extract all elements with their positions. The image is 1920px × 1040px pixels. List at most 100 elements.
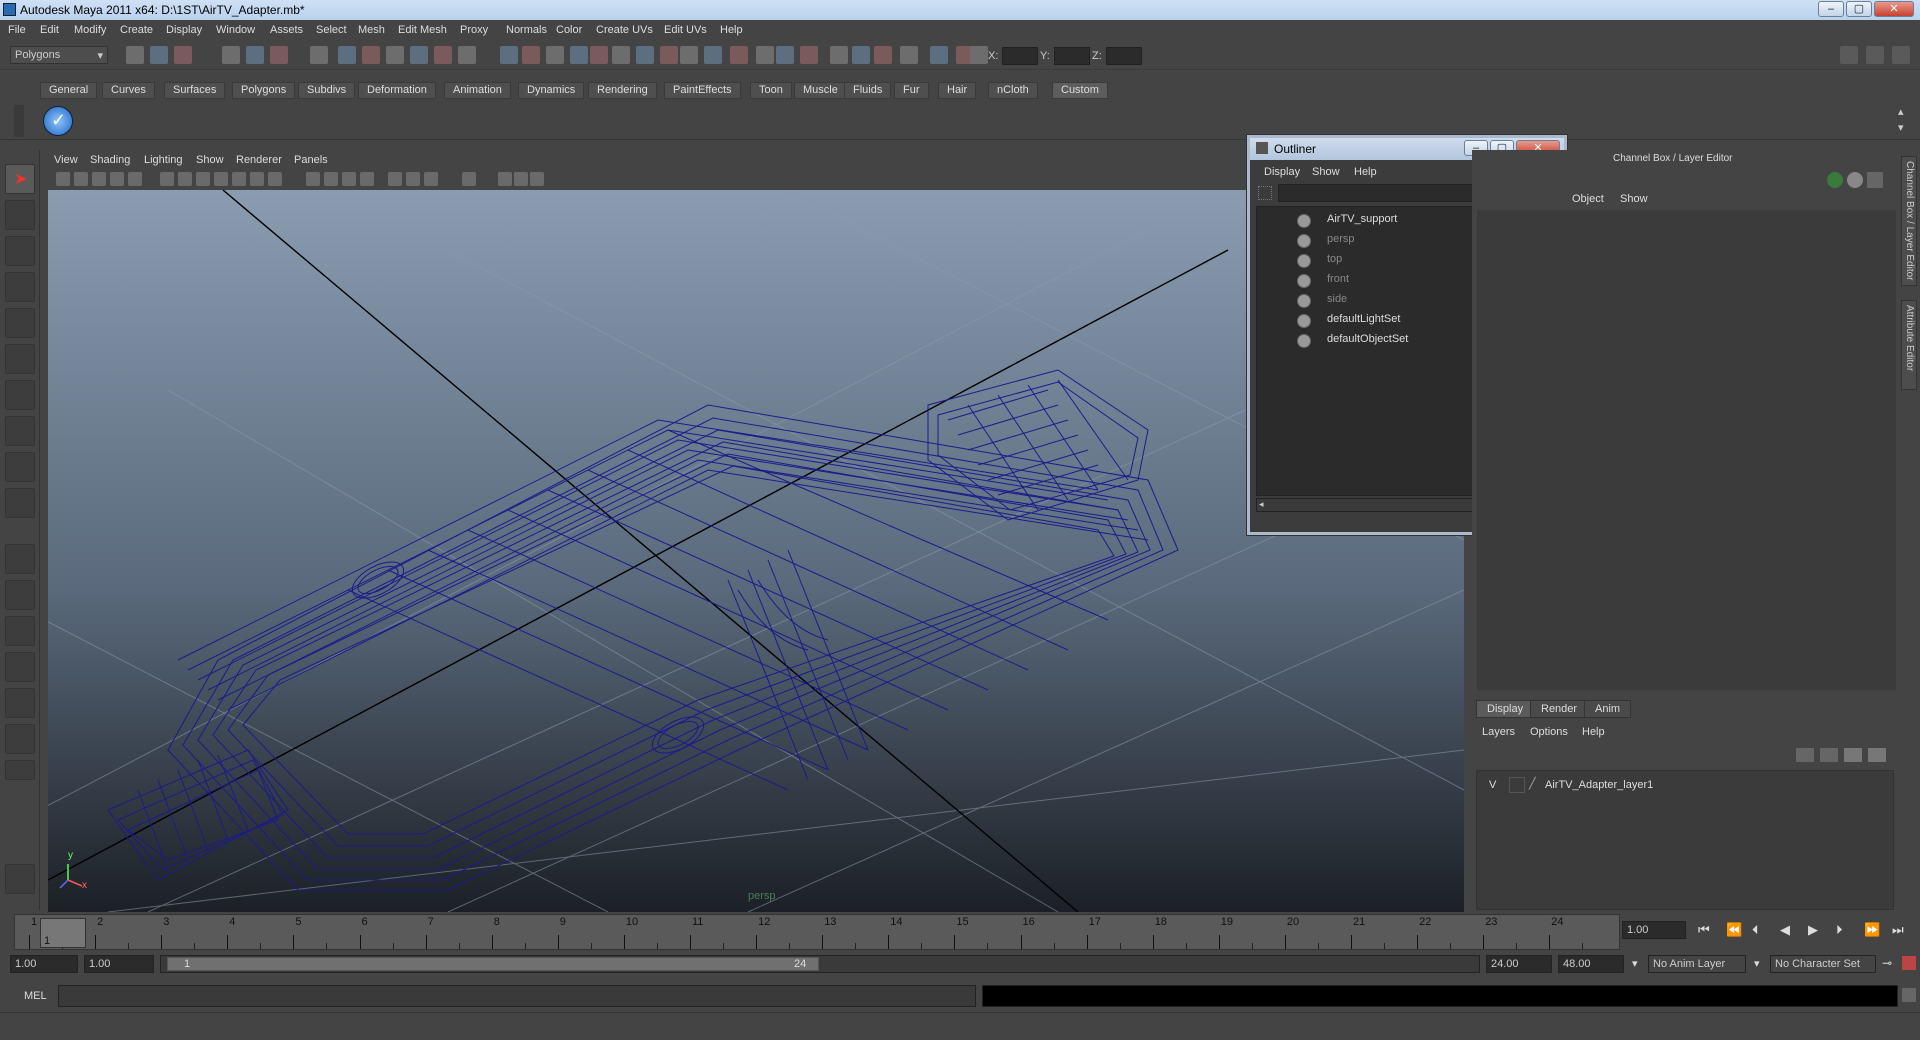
z-field[interactable] [1106, 47, 1142, 65]
tool-settings-icon[interactable] [1892, 46, 1910, 64]
input-field-icon-17[interactable] [590, 46, 608, 64]
step-back-frame-icon[interactable]: ⏴ [1752, 922, 1759, 938]
outliner-persp-layout-icon[interactable] [5, 616, 35, 646]
filter-icon[interactable] [1258, 186, 1272, 200]
menu-mesh[interactable]: Mesh [358, 24, 385, 36]
menu-modify[interactable]: Modify [74, 24, 106, 36]
shelf-tab-polygons[interactable]: Polygons [232, 82, 296, 99]
shelf-tab-general[interactable]: General [40, 82, 98, 99]
render-view-icon[interactable] [5, 864, 35, 894]
shelf-tab-painteffects[interactable]: PaintEffects [664, 82, 741, 99]
snap-plane-icon-28[interactable] [852, 46, 870, 64]
make-live-icon-11[interactable] [434, 46, 452, 64]
shelf-tab-animation[interactable]: Animation [444, 82, 511, 99]
side-tab-attribute-editor[interactable]: Attribute Editor [1901, 300, 1917, 390]
layer-tab-render[interactable]: Render [1530, 700, 1589, 718]
preferences-icon[interactable] [1902, 956, 1916, 970]
layout-icon[interactable] [1840, 46, 1858, 64]
bookmark-icon[interactable] [92, 172, 106, 186]
shelf-tab-deformation[interactable]: Deformation [358, 82, 436, 99]
make-live-icon-29[interactable] [874, 46, 892, 64]
lock-selection-icon-6[interactable] [310, 46, 328, 64]
menu-create-uvs[interactable]: Create UVs [596, 24, 653, 36]
all-lights-icon[interactable] [406, 172, 420, 186]
open-scene-icon-19[interactable] [636, 46, 654, 64]
playback-end-field[interactable]: 24.00 [1486, 955, 1552, 973]
viewport-menu-panels[interactable]: Panels [294, 154, 328, 166]
isolate-select-icon[interactable] [462, 172, 476, 186]
four-view-layout-icon[interactable] [5, 580, 35, 610]
shelf-tab-fur[interactable]: Fur [894, 82, 929, 99]
select-component-icon-5[interactable] [270, 46, 288, 64]
image-plane-icon[interactable] [110, 172, 124, 186]
select-component-icon-23[interactable] [730, 46, 748, 64]
backface-icon[interactable] [530, 172, 544, 186]
film-gate-icon[interactable] [178, 172, 192, 186]
menu-display[interactable]: Display [166, 24, 202, 36]
hypershade-layout-icon[interactable] [5, 688, 35, 718]
snap-point-icon-27[interactable] [830, 46, 848, 64]
viewport-menu-renderer[interactable]: Renderer [236, 154, 282, 166]
wireframe-icon[interactable] [306, 172, 320, 186]
key-icon[interactable]: ⊸ [1882, 956, 1892, 970]
outliner-item[interactable]: defaultLightSet [1297, 313, 1400, 331]
render-frame-icon-13[interactable] [500, 46, 518, 64]
select-tool-icon[interactable]: ➤ [5, 164, 35, 194]
cmdline-language-label[interactable]: MEL [24, 990, 47, 1002]
pencil-icon[interactable] [1867, 172, 1883, 188]
render-settings-icon-33[interactable] [970, 46, 988, 64]
save-scene-icon-20[interactable] [660, 46, 678, 64]
layer-up-icon[interactable] [1844, 748, 1862, 762]
lock-selection-icon-24[interactable] [756, 46, 774, 64]
shelf-tab-rendering[interactable]: Rendering [588, 82, 657, 99]
new-scene-icon-18[interactable] [612, 46, 630, 64]
layer-visibility-toggle[interactable]: V [1489, 779, 1496, 791]
safe-title-icon[interactable] [268, 172, 282, 186]
select-hierarchy-icon-21[interactable] [680, 46, 698, 64]
menu-file[interactable]: File [8, 24, 26, 36]
gate-mask-icon[interactable] [214, 172, 228, 186]
keyframe-icon[interactable] [1827, 172, 1843, 188]
shelf-scroll-up-icon[interactable]: ▴ [1898, 105, 1912, 119]
safe-action-icon[interactable] [250, 172, 264, 186]
end-time-field[interactable]: 48.00 [1558, 955, 1624, 973]
go-to-start-icon[interactable]: ⏮ [1698, 922, 1710, 938]
outliner-menu-display[interactable]: Display [1264, 166, 1300, 178]
shelf-tab-hair[interactable]: Hair [938, 82, 977, 99]
outliner-menu-show[interactable]: Show [1312, 166, 1340, 178]
textured-icon[interactable] [360, 172, 374, 186]
rotate-tool-icon[interactable] [5, 308, 35, 338]
step-forward-frame-icon[interactable]: ⏵ [1836, 922, 1843, 938]
outliner-item[interactable]: side [1297, 293, 1347, 311]
chevron-down-icon[interactable]: ▾ [1754, 957, 1760, 970]
show-manipulator-icon[interactable] [5, 452, 35, 482]
layout-options-icon[interactable] [5, 760, 35, 780]
step-forward-key-icon[interactable]: ⏩ [1864, 922, 1880, 938]
side-tab-channel-box[interactable]: Channel Box / Layer Editor [1901, 156, 1917, 286]
menu-proxy[interactable]: Proxy [460, 24, 488, 36]
select-object-icon-22[interactable] [704, 46, 722, 64]
shelf-tab-fluids[interactable]: Fluids [844, 82, 892, 99]
uv-editor-layout-icon[interactable] [5, 724, 35, 754]
current-frame-indicator[interactable]: 1 [40, 918, 86, 948]
shelf-tab-dynamics[interactable]: Dynamics [518, 82, 585, 99]
menu-help[interactable]: Help [720, 24, 743, 36]
shelf-tab-custom[interactable]: Custom [1052, 82, 1108, 99]
chevron-down-icon[interactable]: ▾ [1632, 957, 1638, 970]
scroll-left-icon[interactable]: ◂ [1259, 499, 1264, 510]
paint-select-tool-icon[interactable] [5, 236, 35, 266]
render-settings-icon-15[interactable] [546, 46, 564, 64]
single-view-layout-icon[interactable] [5, 544, 35, 574]
open-scene-icon-1[interactable] [150, 46, 168, 64]
default-lighting-icon[interactable] [388, 172, 402, 186]
manipulator-tool-icon[interactable] [5, 380, 35, 410]
channelbox-menu-object[interactable]: Object [1572, 193, 1604, 205]
grid-icon[interactable] [160, 172, 174, 186]
layer-down-icon[interactable] [1868, 748, 1886, 762]
y-field[interactable] [1054, 47, 1090, 65]
last-tool-icon[interactable] [5, 488, 35, 518]
hypershade-icon-16[interactable] [570, 46, 588, 64]
new-layer-icon[interactable] [1796, 748, 1814, 762]
viewport-menu-show[interactable]: Show [196, 154, 224, 166]
channelbox-menu-show[interactable]: Show [1620, 193, 1648, 205]
